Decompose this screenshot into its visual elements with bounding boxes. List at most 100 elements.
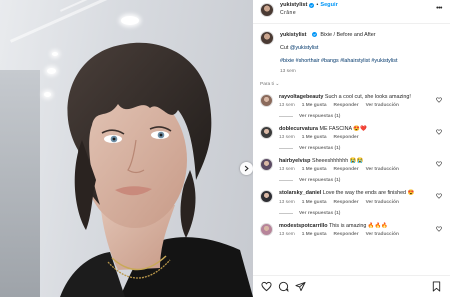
avatar[interactable] — [260, 93, 273, 107]
reply-button[interactable]: Responder — [334, 135, 359, 140]
comment-username[interactable]: hairbyelvisp — [279, 158, 310, 164]
comment-likes[interactable]: 1 Me gusta — [302, 167, 327, 172]
replies-rule — [279, 148, 293, 150]
bookmark-icon[interactable] — [431, 281, 442, 292]
translate-button[interactable]: Ver traducción — [366, 200, 399, 205]
comment-text: This is amazing 🔥🔥🔥 — [328, 222, 389, 229]
comment-body: stolarsky_daniel Love the way the ends a… — [279, 190, 442, 216]
comment-meta: 13 sem 1 Me gusta Responder Ver traducción — [279, 200, 430, 205]
view-replies-button[interactable]: Ver respuestas (1) — [279, 114, 430, 119]
caption-title-line: yukistylist Bixie / Before and After — [280, 31, 397, 39]
comment-text-line: hairbyelvisp Sheeeshhhhhh 😭😭 — [279, 158, 430, 165]
chevron-down-icon: ⌄ — [275, 81, 280, 87]
comments-scroll[interactable]: yukistylist Bixie / Before and After Cut… — [253, 25, 450, 251]
avatar[interactable] — [260, 190, 273, 204]
comment-text: Sheeeshhhhhh 😭😭 — [311, 158, 364, 165]
comment-likes[interactable]: 1 Me gusta — [302, 135, 327, 140]
heart-icon[interactable] — [436, 226, 442, 232]
view-replies-button[interactable]: Ver respuestas (1) — [279, 146, 430, 151]
avatar[interactable] — [260, 3, 274, 17]
author-username[interactable]: yukistylist — [280, 2, 307, 9]
reply-button[interactable]: Responder — [334, 167, 359, 172]
post-header: yukistylist • Seguir Crâne ••• — [253, 0, 450, 24]
share-icon[interactable] — [295, 281, 306, 292]
post-details-panel: yukistylist • Seguir Crâne ••• yukistyli… — [253, 0, 450, 297]
comment-time[interactable]: 13 sem — [279, 200, 295, 205]
caption-cut-label: Cut — [280, 45, 289, 52]
avatar[interactable] — [260, 158, 273, 172]
avatar[interactable] — [260, 125, 273, 139]
portrait-photo — [60, 42, 253, 297]
more-options-icon[interactable]: ••• — [436, 5, 442, 12]
comment-item: rayvoltagebeauty Such a cool cut, she lo… — [260, 93, 442, 119]
next-photo-button[interactable] — [240, 162, 253, 175]
comment-text-line: doblecurvatura ME FASCINA 😍❤️ — [279, 126, 430, 133]
comment-body: doblecurvatura ME FASCINA 😍❤️ 13 sem 1 Me … — [279, 126, 442, 151]
heart-icon[interactable] — [261, 281, 272, 292]
caption-timestamp[interactable]: 13 sem — [280, 68, 397, 75]
view-replies-label: Ver respuestas (1) — [299, 178, 341, 184]
heart-icon[interactable] — [436, 129, 442, 135]
comment-item: doblecurvatura ME FASCINA 😍❤️ 13 sem 1 Me … — [260, 125, 442, 151]
author-block: yukistylist • Seguir Crâne — [280, 2, 338, 16]
avatar[interactable] — [260, 31, 274, 45]
heart-icon[interactable] — [436, 193, 442, 200]
comment-time[interactable]: 13 sem — [279, 232, 295, 237]
location-label[interactable]: Crâne — [280, 10, 338, 16]
replies-rule — [279, 212, 293, 214]
caption-mention[interactable]: @yukistylist — [290, 45, 319, 51]
comment-time[interactable]: 13 sem — [279, 135, 295, 140]
comment-username[interactable]: stolarsky_daniel — [279, 190, 321, 196]
view-replies-button[interactable]: Ver respuestas (1) — [279, 178, 430, 183]
reply-button[interactable]: Responder — [334, 232, 359, 237]
comment-item: stolarsky_daniel Love the way the ends a… — [260, 190, 442, 216]
caption: yukistylist Bixie / Before and After Cut… — [260, 31, 442, 76]
comment-body: modestspotcarrillo This is amazing 🔥🔥🔥 13… — [279, 223, 442, 237]
view-replies-label: Ver respuestas (1) — [299, 210, 341, 216]
comment-item: hairbyelvisp Sheeeshhhhhh 😭😭 13 sem 1 Me g… — [260, 158, 442, 183]
comment-text-line: modestspotcarrillo This is amazing 🔥🔥🔥 — [279, 223, 430, 230]
comment-likes[interactable]: 1 Me gusta — [302, 232, 327, 237]
comment-meta: 13 sem 1 Me gusta Responder Ver traducción — [279, 103, 430, 108]
follow-button[interactable]: Seguir — [320, 2, 337, 9]
replies-rule — [279, 180, 293, 182]
feed-toggle-label: Para ti — [260, 81, 274, 87]
comment-username[interactable]: modestspotcarrillo — [279, 223, 328, 229]
comment-username[interactable]: rayvoltagebeauty — [279, 94, 323, 100]
view-replies-label: Ver respuestas (1) — [299, 146, 341, 152]
comment-text: Love the way the ends are finished 😍 — [322, 190, 415, 197]
caption-credit-line: Cut @yukistylist — [280, 44, 397, 52]
comment-meta: 13 sem 1 Me gusta Responder Ver traducción — [279, 232, 430, 237]
translate-button[interactable]: Ver traducción — [366, 232, 399, 237]
action-bar — [253, 275, 450, 297]
separator-dot: • — [316, 2, 319, 8]
author-row: yukistylist • Seguir — [280, 2, 338, 9]
reply-button[interactable]: Responder — [334, 103, 359, 108]
translate-button[interactable]: Ver traducción — [366, 167, 399, 172]
heart-icon[interactable] — [436, 96, 442, 103]
comment-likes[interactable]: 1 Me gusta — [302, 103, 327, 108]
reply-button[interactable]: Responder — [334, 200, 359, 205]
view-replies-button[interactable]: Ver respuestas (1) — [279, 211, 430, 216]
caption-body: yukistylist Bixie / Before and After Cut… — [280, 31, 397, 76]
post-photo[interactable] — [0, 0, 253, 297]
comment-list: rayvoltagebeauty Such a cool cut, she lo… — [260, 93, 442, 237]
comment-text-line: stolarsky_daniel Love the way the ends a… — [279, 190, 430, 197]
view-replies-label: Ver respuestas (1) — [299, 113, 341, 119]
feed-toggle[interactable]: Para ti ⌄ — [260, 82, 442, 87]
translate-button[interactable]: Ver traducción — [366, 103, 399, 108]
comment-icon[interactable] — [278, 281, 289, 292]
caption-hashtags[interactable]: #bixie #shorthair #bangs #lahairstylist … — [280, 57, 397, 65]
comment-username[interactable]: doblecurvatura — [279, 126, 318, 132]
comment-time[interactable]: 13 sem — [279, 103, 295, 108]
replies-rule — [279, 115, 293, 117]
caption-username[interactable]: yukistylist — [280, 32, 306, 38]
comment-likes[interactable]: 1 Me gusta — [302, 200, 327, 205]
heart-icon[interactable] — [436, 161, 442, 167]
comment-text-line: rayvoltagebeauty Such a cool cut, she lo… — [279, 94, 430, 101]
comment-text: Such a cool cut, she looks amazing! — [324, 93, 411, 100]
caption-title: Bixie / Before and After — [320, 32, 376, 38]
chevron-right-icon — [244, 165, 249, 172]
comment-time[interactable]: 13 sem — [279, 167, 295, 172]
avatar[interactable] — [260, 222, 273, 236]
